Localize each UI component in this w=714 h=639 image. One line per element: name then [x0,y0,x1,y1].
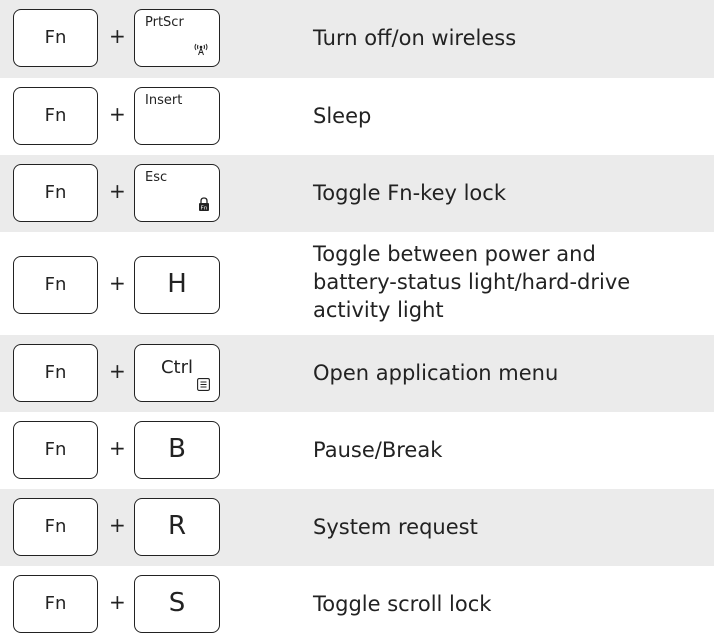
s-key: S [134,575,220,633]
shortcut-row-scroll-lock: Fn + S Toggle scroll lock [0,566,714,639]
fn-key-label: Fn [44,439,67,460]
description-line: Toggle between power and [313,242,596,266]
fn-key: Fn [13,498,98,556]
ctrl-key-label: Ctrl [160,357,194,378]
plus-sign: + [109,436,126,460]
fn-key-label: Fn [44,362,67,383]
shortcut-description: System request [313,515,478,539]
shortcut-row-pause-break: Fn + B Pause/Break [0,412,714,489]
h-key-label: H [167,269,187,299]
fn-key: Fn [13,87,98,145]
shortcut-description: Toggle between power and battery-status … [313,240,703,324]
shortcut-description: Open application menu [313,361,559,385]
plus-sign: + [109,359,126,383]
esc-key-label: Esc [145,170,168,185]
plus-sign: + [109,590,126,614]
esc-key: Esc Fn [134,164,220,222]
plus-sign: + [109,102,126,126]
shortcut-row-wireless: Fn + PrtScr Turn off/on wireless [0,0,714,78]
description-line: activity light [313,298,444,322]
ctrl-key: Ctrl [134,344,220,402]
fn-key-label: Fn [44,182,67,203]
r-key: R [134,498,220,556]
plus-sign: + [109,513,126,537]
fn-key: Fn [13,421,98,479]
plus-sign: + [109,271,126,295]
insert-key: Insert [134,87,220,145]
s-key-label: S [168,588,186,618]
fn-key: Fn [13,344,98,402]
fn-key-label: Fn [44,274,67,295]
shortcut-table: Fn + PrtScr Turn off/on wireless Fn + In… [0,0,714,639]
shortcut-row-light-toggle: Fn + H Toggle between power and battery-… [0,232,714,335]
fn-key-label: Fn [44,27,67,48]
fn-key: Fn [13,9,98,67]
shortcut-description: Turn off/on wireless [313,26,517,50]
wireless-icon [193,41,209,60]
description-line: battery-status light/hard-drive [313,270,631,294]
shortcut-description: Toggle Fn-key lock [313,181,506,205]
prtscr-key: PrtScr [134,9,220,67]
shortcut-row-sleep: Fn + Insert Sleep [0,78,714,155]
svg-text:Fn: Fn [201,206,208,212]
prtscr-key-label: PrtScr [145,15,184,30]
fn-key-label: Fn [44,593,67,614]
shortcut-description: Toggle scroll lock [313,592,492,616]
shortcut-row-app-menu: Fn + Ctrl Open application menu [0,335,714,412]
b-key: B [134,421,220,479]
menu-icon [197,376,210,395]
b-key-label: B [168,434,186,464]
fn-lock-icon: Fn [198,196,210,215]
insert-key-label: Insert [145,93,183,108]
fn-key-label: Fn [44,516,67,537]
plus-sign: + [109,179,126,203]
h-key: H [134,256,220,314]
shortcut-description: Pause/Break [313,438,443,462]
fn-key-label: Fn [44,105,67,126]
fn-key: Fn [13,164,98,222]
shortcut-description: Sleep [313,104,372,128]
r-key-label: R [167,511,187,541]
fn-key: Fn [13,256,98,314]
shortcut-row-fn-lock: Fn + Esc Fn Toggle Fn-key lock [0,155,714,232]
plus-sign: + [109,24,126,48]
shortcut-row-system-request: Fn + R System request [0,489,714,566]
fn-key: Fn [13,575,98,633]
